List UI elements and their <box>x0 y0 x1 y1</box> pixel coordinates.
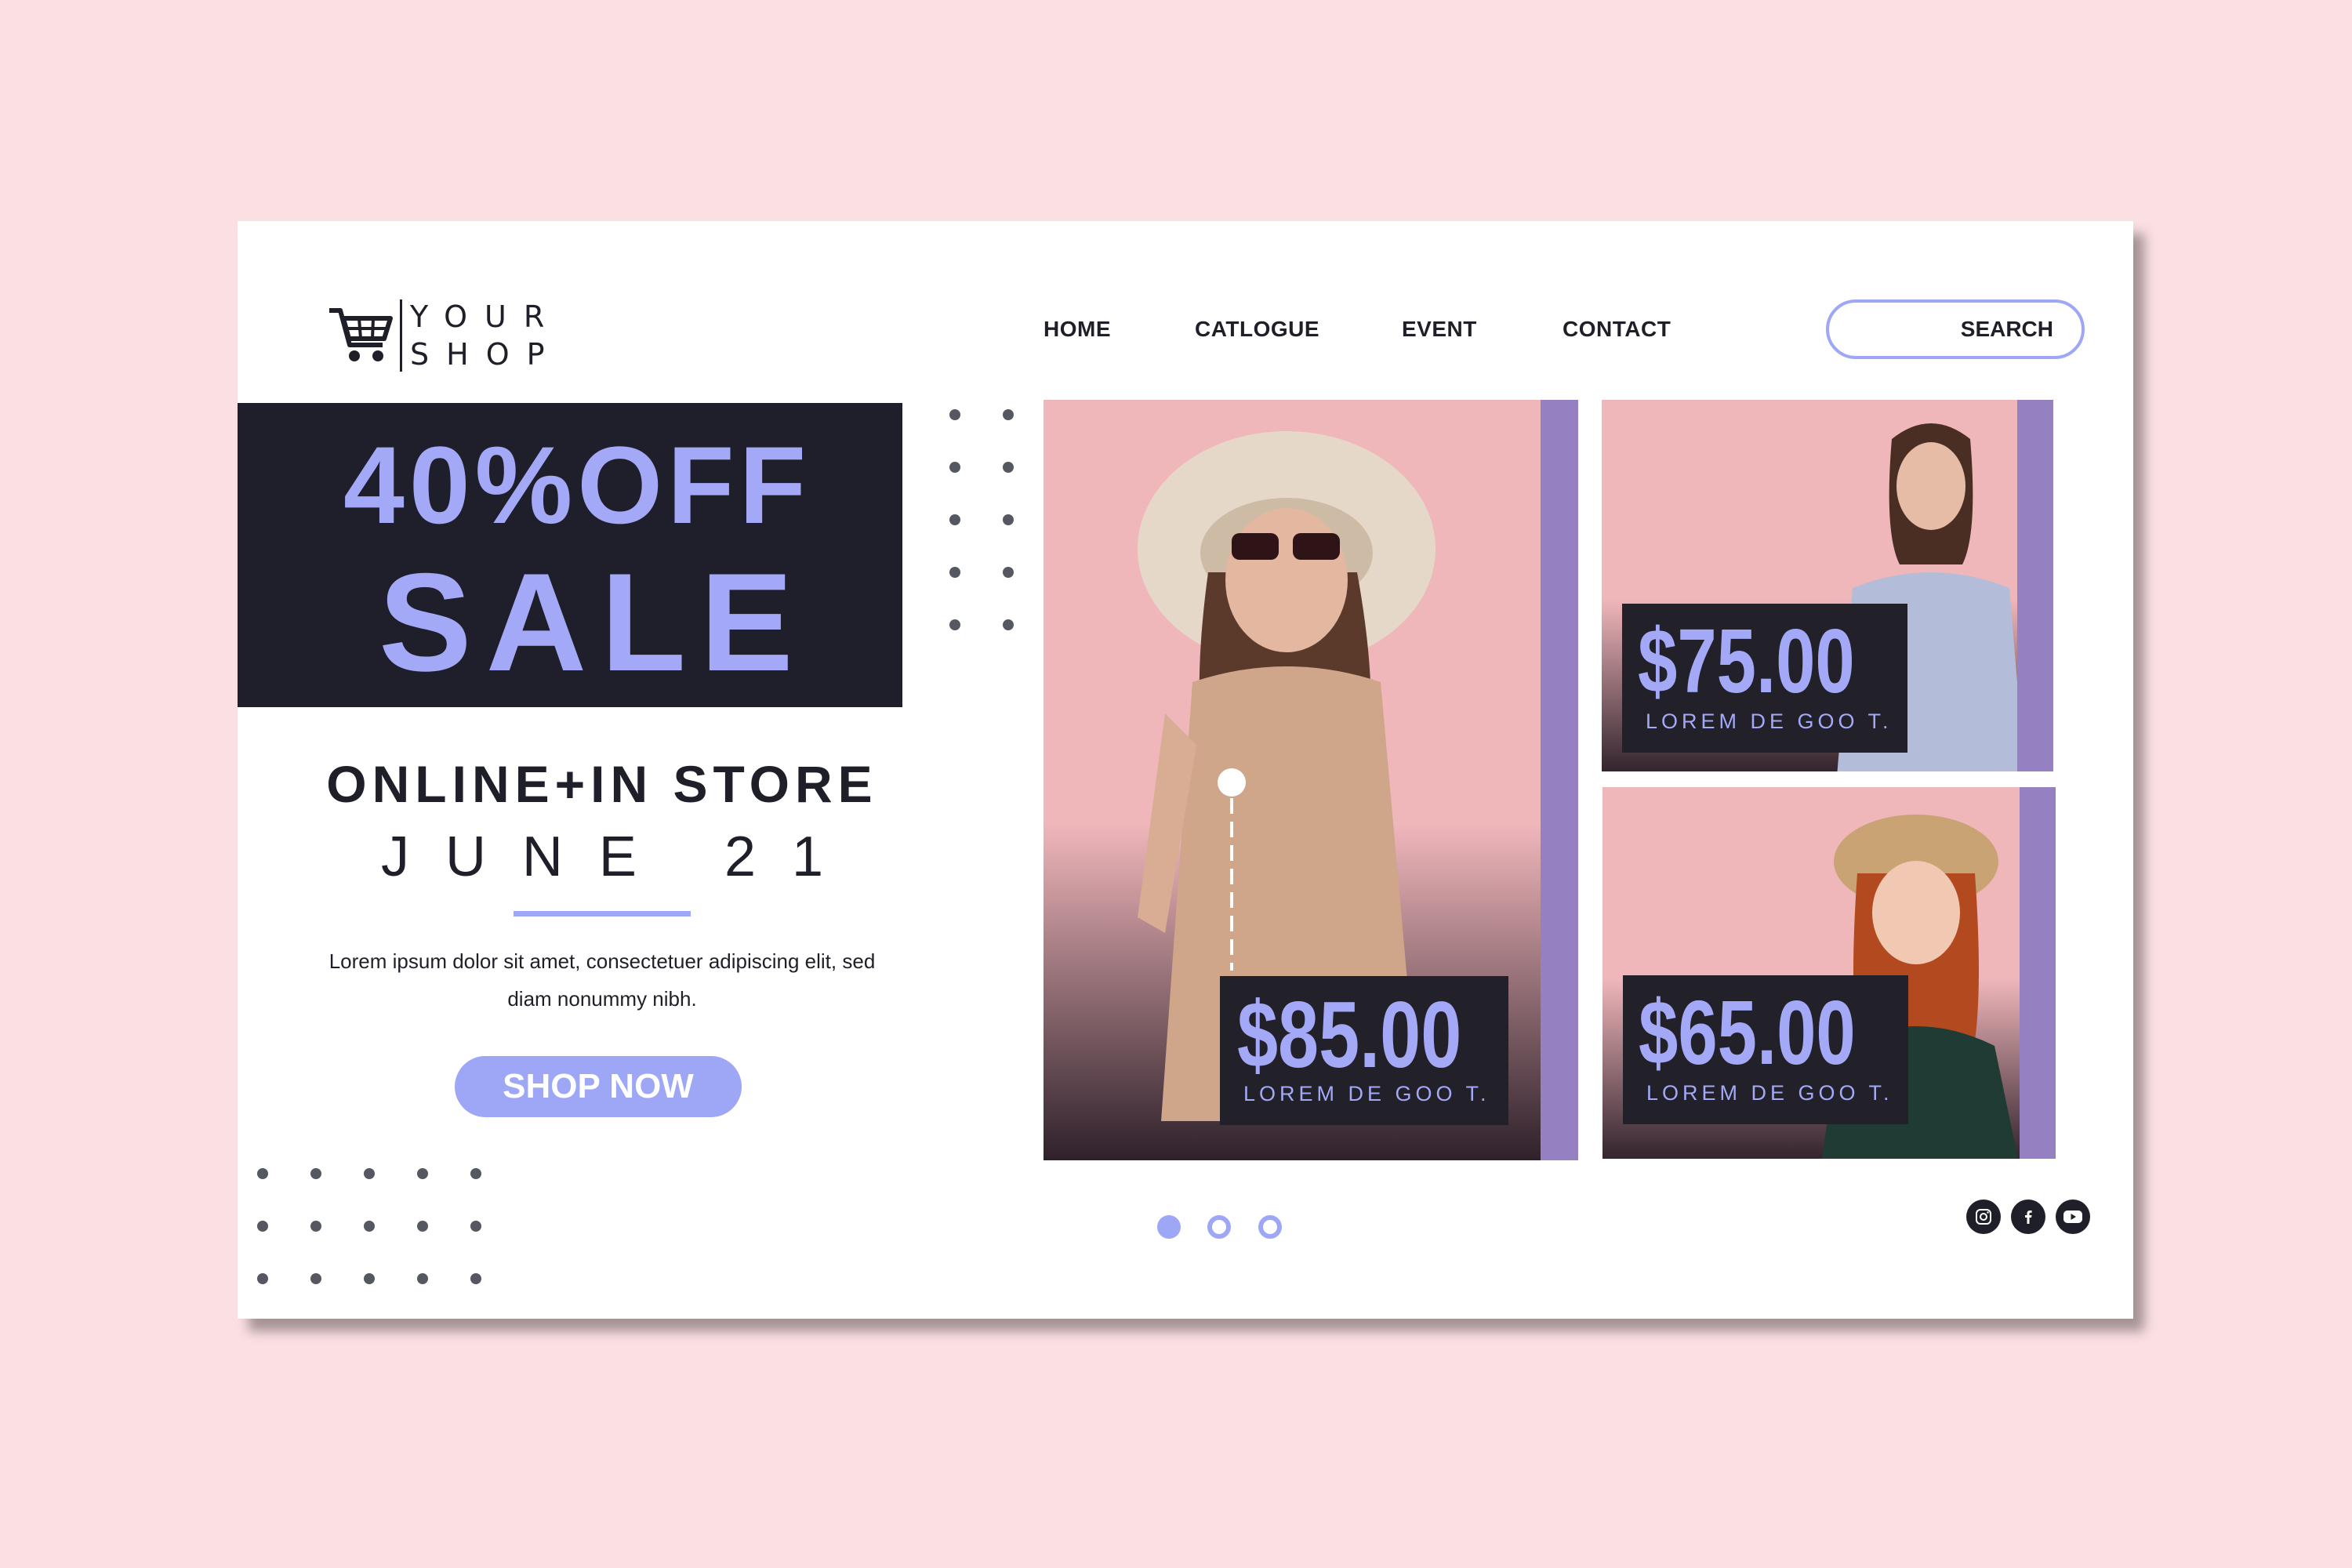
decor-dot <box>310 1221 321 1232</box>
landing-card: YOUR SHOP HOME CATLOGUE EVENT CONTACT SE… <box>238 221 2133 1319</box>
logo-line-2: SHOP <box>410 337 562 372</box>
decor-dot <box>364 1168 375 1179</box>
decor-dot <box>949 619 960 630</box>
product-card-1[interactable]: $85.00 LOREM DE GOO T. <box>1044 400 1578 1160</box>
logo-text: YOUR SHOP <box>410 298 562 373</box>
purple-stripe <box>2020 787 2056 1159</box>
purple-stripe <box>1541 400 1578 1160</box>
nav-home[interactable]: HOME <box>1044 317 1111 342</box>
decor-dot <box>417 1168 428 1179</box>
price-box-3: $65.00 LOREM DE GOO T. <box>1623 975 1908 1124</box>
nav-catalogue[interactable]: CATLOGUE <box>1195 317 1319 342</box>
decor-dot <box>949 462 960 473</box>
decor-dot <box>949 567 960 578</box>
decor-dot <box>257 1221 268 1232</box>
sale-headline: SALE <box>379 544 808 700</box>
price-box-2: $75.00 LOREM DE GOO T. <box>1622 604 1907 753</box>
price-caption: LOREM DE GOO T. <box>1646 1081 1893 1105</box>
hero-description: Lorem ipsum dolor sit amet, consectetuer… <box>328 949 876 1011</box>
nav-event[interactable]: EVENT <box>1402 317 1477 342</box>
channels-text: ONLINE+IN STORE <box>326 755 878 813</box>
decor-dot <box>310 1273 321 1284</box>
logo-divider <box>400 299 402 372</box>
logo-line-1: YOUR <box>410 299 562 334</box>
decor-dot <box>1003 619 1014 630</box>
purple-stripe <box>2017 400 2053 771</box>
price-box-1: $85.00 LOREM DE GOO T. <box>1220 976 1508 1125</box>
decor-dot <box>310 1168 321 1179</box>
pagination-dot-1[interactable] <box>1157 1215 1181 1239</box>
dot-grid-bottom <box>257 1168 492 1286</box>
pagination-dot-3[interactable] <box>1258 1215 1282 1239</box>
price-caption: LOREM DE GOO T. <box>1243 1082 1490 1105</box>
sale-banner: 40%OFF SALE <box>238 403 902 707</box>
decor-dot <box>364 1273 375 1284</box>
accent-underline <box>514 911 691 916</box>
product-card-2[interactable]: $75.00 LOREM DE GOO T. <box>1602 400 2053 771</box>
search-label: SEARCH <box>1960 317 2053 341</box>
dot-grid-top <box>949 409 1020 637</box>
price-caption: LOREM DE GOO T. <box>1646 710 1893 733</box>
decor-dot <box>949 514 960 525</box>
decor-dot <box>949 409 960 420</box>
decor-dot <box>417 1221 428 1232</box>
decor-dot <box>417 1273 428 1284</box>
facebook-icon[interactable] <box>2011 1200 2045 1234</box>
price-label: $85.00 <box>1237 982 1462 1087</box>
search-input[interactable]: SEARCH <box>1826 299 2085 359</box>
decor-dot <box>470 1168 481 1179</box>
shop-logo[interactable]: YOUR SHOP <box>328 296 562 375</box>
pagination-dot-2[interactable] <box>1207 1215 1231 1239</box>
price-label: $65.00 <box>1639 982 1856 1083</box>
price-label: $75.00 <box>1638 610 1855 712</box>
decor-dot <box>1003 409 1014 420</box>
decor-dot <box>364 1221 375 1232</box>
decor-dot <box>470 1221 481 1232</box>
decor-dot <box>470 1273 481 1284</box>
shop-now-button[interactable]: SHOP NOW <box>455 1056 742 1117</box>
decor-dot <box>1003 514 1014 525</box>
youtube-icon[interactable] <box>2056 1200 2090 1234</box>
decor-dot <box>1003 567 1014 578</box>
slider-indicator <box>1218 768 1246 971</box>
shopping-cart-icon <box>328 304 394 367</box>
discount-headline: 40%OFF <box>343 423 811 546</box>
event-date: JUNE 21 <box>380 826 860 888</box>
decor-dot <box>257 1168 268 1179</box>
product-card-3[interactable]: $65.00 LOREM DE GOO T. <box>1602 787 2056 1159</box>
decor-dot <box>257 1273 268 1284</box>
decor-dot <box>1003 462 1014 473</box>
instagram-icon[interactable] <box>1966 1200 2001 1234</box>
nav-contact[interactable]: CONTACT <box>1563 317 1671 342</box>
